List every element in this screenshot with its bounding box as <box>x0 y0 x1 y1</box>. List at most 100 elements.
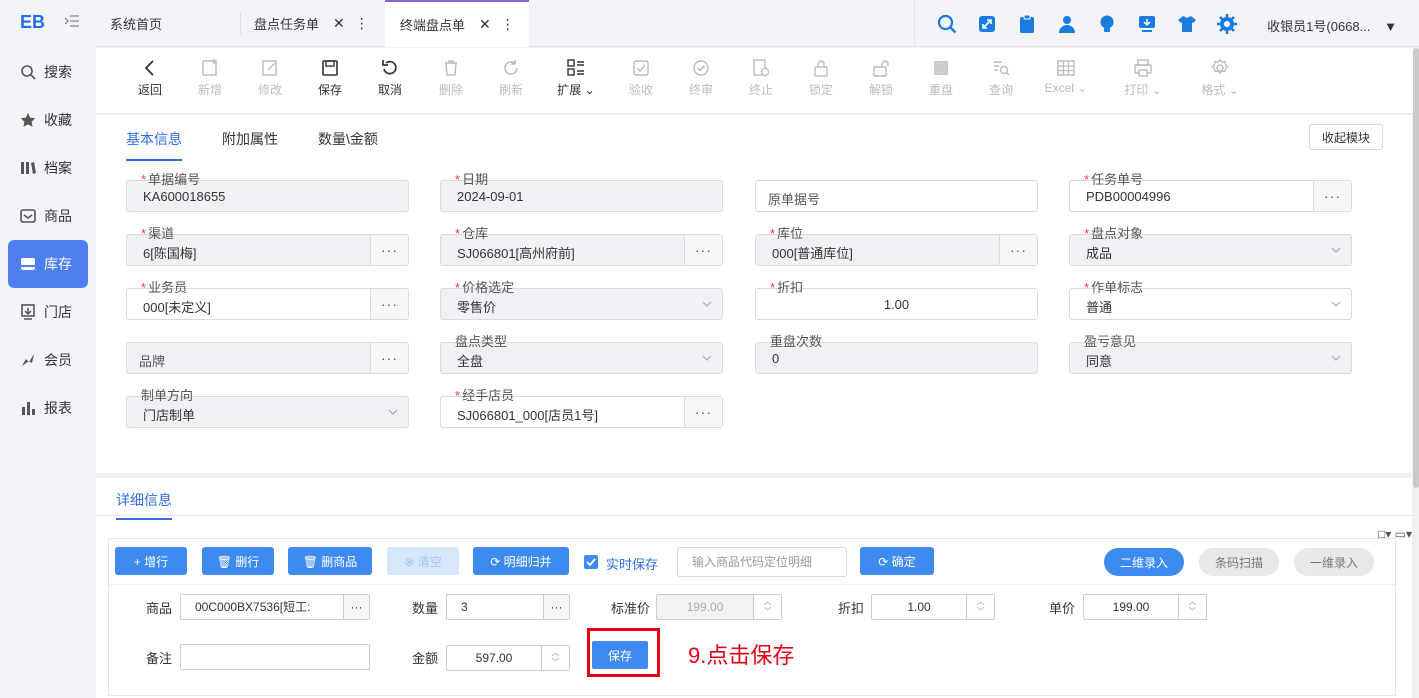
tab-basic-info[interactable]: 基本信息 <box>126 129 182 161</box>
lightbulb-icon[interactable] <box>1087 14 1127 34</box>
date-field[interactable]: * 日期 2024-09-01 <box>440 173 723 212</box>
doc-no-field[interactable]: * 单据编号 KA600018655 <box>126 173 409 212</box>
delete-row-button[interactable]: 🗑 删行 <box>202 547 274 575</box>
count-object-select[interactable]: * 盘点对象 成品 <box>1069 227 1352 266</box>
unit-price-input[interactable]: 199.00 ︿ ﹀ <box>1083 594 1207 620</box>
query-button[interactable]: 查询 <box>971 58 1031 98</box>
delete-product-button[interactable]: 🗑 删商品 <box>288 547 372 575</box>
edit-button[interactable]: 修改 <box>240 58 300 98</box>
location-field[interactable]: * 库位 000[普通库位] ··· <box>755 227 1038 266</box>
amount-input[interactable]: 597.00 ︿ ﹀ <box>446 645 570 671</box>
scrollbar-thumb[interactable] <box>1413 48 1419 488</box>
check-button[interactable]: 验收 <box>611 58 671 98</box>
more-icon[interactable]: ⋮ <box>355 15 369 32</box>
product-lookup-button[interactable]: ··· <box>343 595 369 619</box>
global-search-icon[interactable] <box>927 14 967 34</box>
sidebar-item-store[interactable]: 门店 <box>8 288 88 336</box>
more-icon[interactable]: ⋮ <box>501 16 515 33</box>
discount-stepper[interactable]: ︿ ﹀ <box>966 595 994 619</box>
merge-detail-button[interactable]: ⟳ 明细归并 <box>473 547 569 575</box>
add-button[interactable]: 新增 <box>180 58 240 98</box>
back-arrow-icon <box>144 60 154 76</box>
barcode-scan-button[interactable]: 条码扫描 <box>1199 548 1279 576</box>
menu-collapse-icon[interactable] <box>65 15 79 27</box>
sidebar-item-favorites[interactable]: 收藏 <box>8 96 88 144</box>
user-icon[interactable] <box>1047 14 1087 34</box>
back-label: 返回 <box>137 83 162 97</box>
tab-count-task[interactable]: 盘点任务单 ✕ ⋮ <box>254 0 369 47</box>
sidebar-item-product[interactable]: 商品 <box>8 192 88 240</box>
product-code-search-input[interactable]: 输入商品代码定位明细 <box>677 547 847 577</box>
clear-button[interactable]: ⊗ 清空 <box>387 547 459 575</box>
recount-button[interactable]: 重盘 <box>911 58 971 98</box>
refresh-button[interactable]: 刷新 <box>481 58 541 98</box>
salesman-field[interactable]: * 业务员 000[未定义] ··· <box>126 281 409 320</box>
tab-home[interactable]: 系统首页 <box>110 0 162 47</box>
lock-button[interactable]: 锁定 <box>791 58 851 98</box>
amount-stepper[interactable]: ︿ ﹀ <box>541 646 569 670</box>
one-dim-entry-button[interactable]: 一维录入 <box>1294 548 1374 576</box>
warehouse-lookup-button[interactable]: ··· <box>684 235 722 265</box>
clipboard-icon[interactable] <box>1007 14 1047 34</box>
back-button[interactable]: 返回 <box>120 58 180 98</box>
direction-select[interactable]: 制单方向 门店制单 <box>126 389 409 428</box>
sidebar-item-archive[interactable]: 档案 <box>8 144 88 192</box>
work-flag-select[interactable]: * 作单标志 普通 <box>1069 281 1352 320</box>
confirm-button[interactable]: ⟳ 确定 <box>860 547 934 575</box>
excel-button[interactable]: Excel ⌄ <box>1036 58 1096 95</box>
orig-doc-no-input[interactable]: 原单据号 <box>755 180 1038 212</box>
audit-button[interactable]: 终审 <box>671 58 731 98</box>
sidebar-item-search[interactable]: 搜索 <box>8 48 88 96</box>
sidebar-item-report[interactable]: 报表 <box>8 384 88 432</box>
task-no-field[interactable]: * 任务单号 PDB00004996 ··· <box>1069 173 1352 212</box>
monitor-icon[interactable] <box>1127 14 1167 34</box>
clerk-field[interactable]: * 经手店员 SJ066801_000[店员1号] ··· <box>440 389 723 428</box>
location-lookup-button[interactable]: ··· <box>999 235 1037 265</box>
terminate-button[interactable]: 终止 <box>731 58 791 98</box>
quantity-input[interactable]: 3 ··· <box>446 594 570 620</box>
tshirt-icon[interactable] <box>1167 14 1207 34</box>
format-button[interactable]: 格式 ⌄ <box>1190 58 1250 98</box>
remark-input[interactable] <box>180 644 370 670</box>
product-input[interactable]: 00C000BX7536[短工: ··· <box>180 594 370 620</box>
print-button[interactable]: 打印 ⌄ <box>1113 58 1173 98</box>
qr-entry-button[interactable]: 二维录入 <box>1104 548 1184 576</box>
close-icon[interactable]: ✕ <box>333 15 345 32</box>
price-select[interactable]: * 价格选定 零售价 <box>440 281 723 320</box>
quantity-lookup-button[interactable]: ··· <box>543 595 569 619</box>
unlock-button[interactable]: 解锁 <box>851 58 911 98</box>
discount-field[interactable]: * 折扣 1.00 <box>755 281 1038 320</box>
fullscreen-icon[interactable] <box>967 14 1007 34</box>
channel-lookup-button[interactable]: ··· <box>370 235 408 265</box>
save-toolbar-button[interactable]: 保存 <box>300 58 360 98</box>
warehouse-field[interactable]: * 仓库 SJ066801[高州府前] ··· <box>440 227 723 266</box>
brand-field[interactable]: 品牌 ··· <box>126 342 409 374</box>
discount-input[interactable]: 1.00 ︿ ﹀ <box>871 594 995 620</box>
user-menu[interactable]: 收银员1号(0668... ▼ <box>1267 16 1397 35</box>
page-scrollbar[interactable] <box>1413 48 1419 698</box>
brand-lookup-button[interactable]: ··· <box>370 343 408 373</box>
sidebar-item-inventory[interactable]: 库存 <box>8 240 88 288</box>
sidebar-item-member[interactable]: 会员 <box>8 336 88 384</box>
unit-price-stepper[interactable]: ︿ ﹀ <box>1178 595 1206 619</box>
recount-times-field[interactable]: 重盘次数 0 <box>755 335 1038 374</box>
profit-loss-opinion-select[interactable]: 盈亏意见 同意 <box>1069 335 1352 374</box>
expand-menu-button[interactable]: 扩展 ⌄ <box>546 58 606 98</box>
unit-price-label: 单价 <box>1049 601 1076 616</box>
tab-extra-attributes[interactable]: 附加属性 <box>222 129 278 161</box>
add-row-button[interactable]: + 增行 <box>115 547 187 575</box>
clerk-lookup-button[interactable]: ··· <box>684 397 722 427</box>
tab-quantity-amount[interactable]: 数量\金额 <box>318 129 378 161</box>
collapse-module-button[interactable]: 收起模块 <box>1309 124 1383 150</box>
delete-button[interactable]: 删除 <box>421 58 481 98</box>
cancel-button[interactable]: 取消 <box>360 58 420 98</box>
salesman-lookup-button[interactable]: ··· <box>370 289 408 319</box>
channel-field[interactable]: * 渠道 6[陈国梅] ··· <box>126 227 409 266</box>
save-detail-button[interactable]: 保存 <box>592 641 648 669</box>
task-no-lookup-button[interactable]: ··· <box>1313 181 1351 211</box>
count-type-select[interactable]: 盘点类型 全盘 <box>440 335 723 374</box>
tab-terminal-count[interactable]: 终端盘点单 ✕ ⋮ <box>385 0 529 47</box>
realtime-save-checkbox[interactable] <box>584 555 598 569</box>
settings-gear-icon[interactable] <box>1207 13 1247 34</box>
close-icon[interactable]: ✕ <box>479 16 491 33</box>
